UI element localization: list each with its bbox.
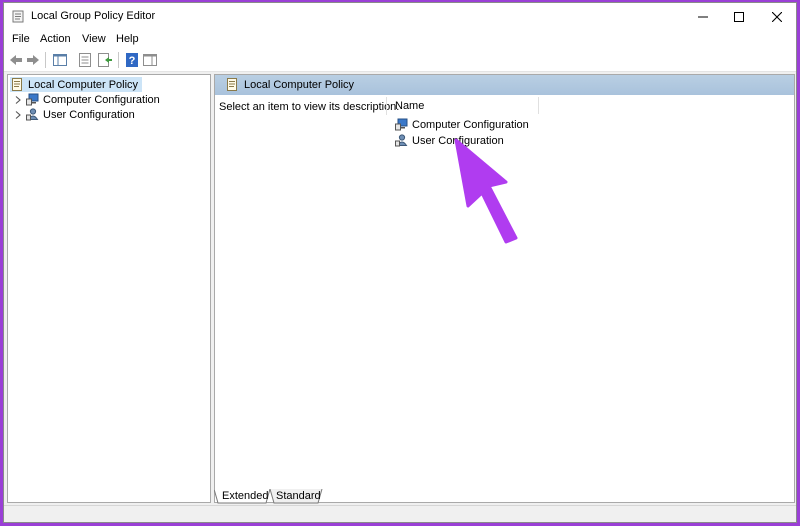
menu-view[interactable]: View (82, 33, 106, 45)
tree-item-label: Local Computer Policy (28, 78, 139, 91)
export-list-icon[interactable] (97, 52, 113, 68)
svg-text:?: ? (129, 55, 136, 67)
list-item-computer-configuration[interactable]: Computer Configuration (395, 117, 529, 132)
show-hide-action-pane-icon[interactable] (142, 52, 158, 68)
description-text: Select an item to view its description. (219, 101, 400, 113)
help-icon[interactable]: ? (124, 52, 140, 68)
computer-configuration-icon (395, 118, 408, 131)
console-tree-pane: Local Computer Policy Computer Configura… (7, 74, 211, 503)
maximize-icon (734, 11, 744, 22)
computer-configuration-icon (26, 93, 39, 106)
menu-action[interactable]: Action (40, 33, 71, 45)
toolbar-separator (45, 52, 46, 68)
user-configuration-icon (395, 134, 408, 147)
tab-standard[interactable]: Standard (276, 490, 321, 505)
details-header-title: Local Computer Policy (244, 79, 355, 91)
forward-arrow-icon[interactable] (25, 52, 41, 68)
main-window: Local Group Policy Editor File Action Vi… (3, 2, 797, 523)
close-icon (772, 11, 782, 22)
column-header-name[interactable]: Name (390, 97, 539, 114)
toolbar: ? (4, 49, 796, 72)
toolbar-separator (118, 52, 119, 68)
list-item-label: Computer Configuration (412, 118, 529, 131)
tree-item-label: Computer Configuration (43, 93, 160, 106)
tree-item-user-configuration[interactable]: User Configuration (13, 107, 135, 122)
details-header-banner: Local Computer Policy (215, 75, 794, 95)
pane-divider (386, 97, 387, 115)
chevron-right-icon[interactable] (13, 95, 23, 105)
minimize-button[interactable] (684, 3, 722, 30)
back-arrow-icon[interactable] (8, 52, 24, 68)
pointer-arrow (454, 138, 518, 244)
status-bar (4, 505, 796, 522)
properties-icon[interactable] (77, 52, 93, 68)
show-hide-console-tree-icon[interactable] (52, 52, 68, 68)
window-title: Local Group Policy Editor (31, 10, 156, 22)
tree-item-computer-configuration[interactable]: Computer Configuration (13, 92, 160, 107)
policy-document-icon (12, 78, 22, 91)
tab-extended[interactable]: Extended (222, 490, 268, 505)
maximize-button[interactable] (720, 3, 758, 30)
title-bar: Local Group Policy Editor (4, 3, 796, 30)
policy-document-icon (227, 78, 237, 91)
tree-item-local-computer-policy[interactable]: Local Computer Policy (10, 77, 143, 92)
tree-item-label: User Configuration (43, 108, 135, 121)
user-configuration-icon (26, 108, 39, 121)
minimize-icon (698, 16, 708, 17)
menu-help[interactable]: Help (116, 33, 139, 45)
chevron-right-icon[interactable] (13, 110, 23, 120)
group-policy-app-icon (12, 10, 24, 23)
column-header-label: Name (395, 100, 425, 112)
close-button[interactable] (758, 3, 796, 30)
menu-file[interactable]: File (12, 33, 30, 45)
menu-bar: File Action View Help (4, 30, 796, 49)
